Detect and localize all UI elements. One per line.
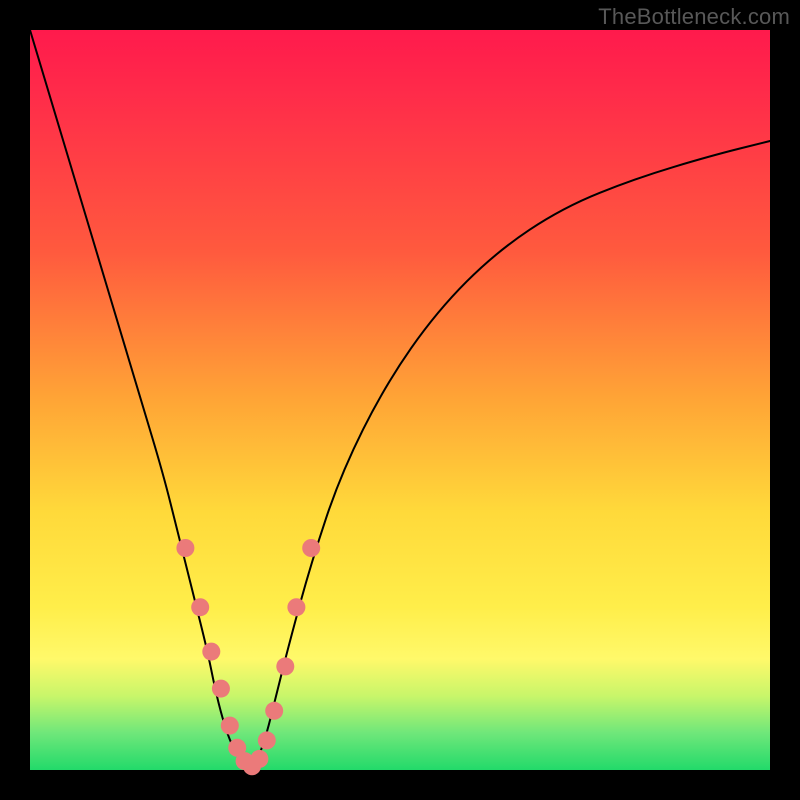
curve-right-arm bbox=[252, 141, 770, 770]
plot-area bbox=[30, 30, 770, 770]
bead-point bbox=[202, 643, 220, 661]
bead-point bbox=[250, 750, 268, 768]
bead-point bbox=[176, 539, 194, 557]
bead-point bbox=[265, 702, 283, 720]
bead-point bbox=[302, 539, 320, 557]
bead-point bbox=[287, 598, 305, 616]
bead-point bbox=[258, 731, 276, 749]
beads-group bbox=[176, 539, 320, 775]
bead-point bbox=[221, 717, 239, 735]
outer-frame: TheBottleneck.com bbox=[0, 0, 800, 800]
bead-point bbox=[212, 680, 230, 698]
bead-point bbox=[191, 598, 209, 616]
curve-layer bbox=[30, 30, 770, 770]
curve-left-arm bbox=[30, 30, 252, 770]
bead-point bbox=[276, 657, 294, 675]
watermark-text: TheBottleneck.com bbox=[598, 4, 790, 30]
